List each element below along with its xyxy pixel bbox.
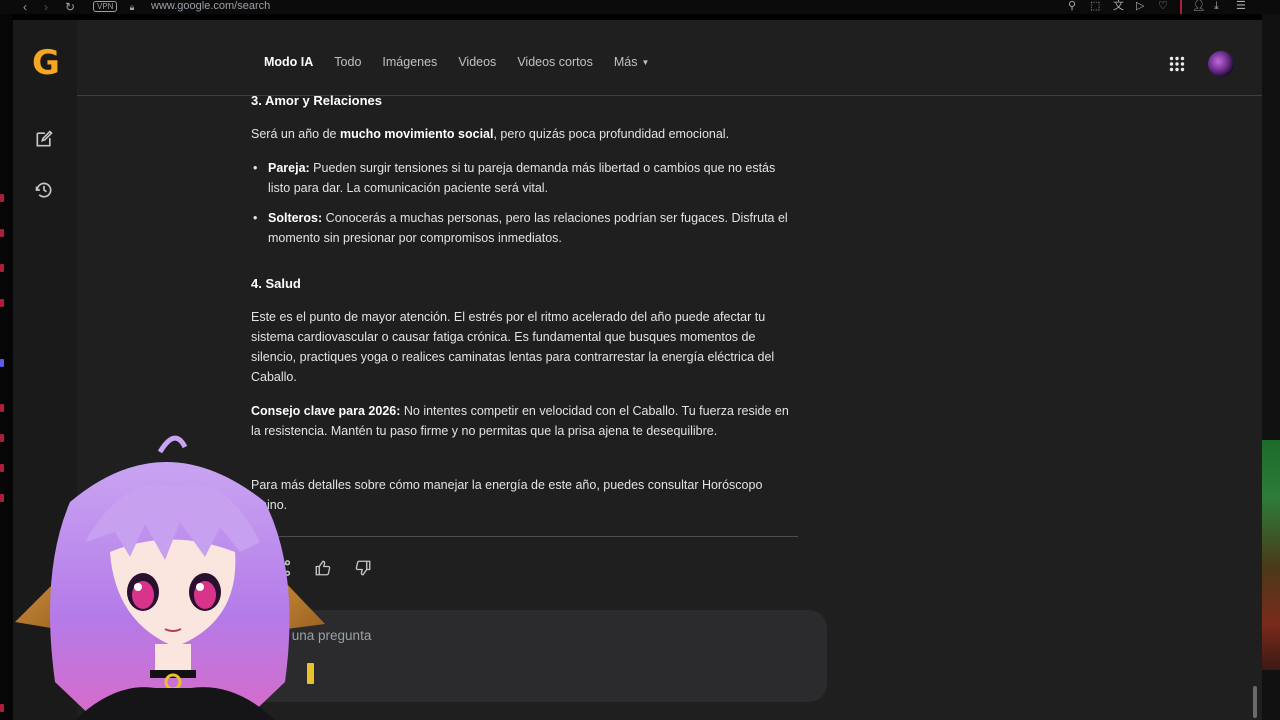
menu-icon[interactable]: ☰: [1236, 0, 1246, 14]
left-edge-strip: [0, 14, 13, 720]
profile-avatar[interactable]: [1208, 51, 1234, 77]
reload-icon[interactable]: ↻: [63, 0, 77, 14]
ask-box[interactable]: [245, 610, 827, 702]
tab-all[interactable]: Todo: [334, 55, 361, 69]
more-details: Para más detalles sobre cómo manejar la …: [251, 478, 763, 512]
separator: [1180, 0, 1182, 14]
lock-icon[interactable]: 🔒︎: [127, 0, 137, 14]
intro-text-bold: mucho movimiento social: [339, 127, 494, 141]
vpn-badge[interactable]: VPN: [93, 1, 118, 12]
list-item-label: Pareja:: [268, 161, 310, 175]
key-tip: Consejo clave para 2026: No intentes com…: [251, 401, 796, 441]
list-item-label: Solteros:: [268, 211, 323, 225]
intro-text-post: , pero quizás poca profundidad emocional…: [493, 127, 730, 141]
address-bar[interactable]: www.google.com/search: [151, 0, 270, 13]
back-icon[interactable]: ‹: [19, 0, 31, 14]
browser-toolbar: ‹ › ↻ VPN 🔒︎ www.google.com/search ⚲ ⬚ 文…: [0, 0, 1280, 14]
section-text-health: Este es el punto de mayor atención. El e…: [251, 310, 775, 384]
forward-icon[interactable]: ›: [40, 0, 52, 14]
history-icon[interactable]: [34, 180, 54, 200]
tab-ai-mode[interactable]: Modo IA: [264, 55, 313, 69]
section-intro-love: Será un año de mucho movimiento social, …: [251, 124, 796, 144]
translate-icon[interactable]: 文: [1113, 0, 1124, 14]
decoration-art: [1262, 440, 1280, 670]
search-tabs: Modo IA Todo Imágenes Videos Videos cort…: [264, 55, 670, 69]
list-item-text: Conocerás a muchas personas, pero las re…: [268, 211, 788, 245]
scrollbar[interactable]: [1253, 686, 1257, 718]
screenshot-icon[interactable]: ⬚: [1090, 0, 1100, 14]
caret-down-icon: ▼: [641, 58, 650, 68]
account-icon[interactable]: 👤︎: [1192, 0, 1206, 14]
list-item-text: Pueden surgir tensiones si tu pareja dem…: [268, 161, 776, 195]
header: Modo IA Todo Imágenes Videos Videos cort…: [77, 20, 1262, 96]
tab-videos[interactable]: Videos: [458, 55, 496, 69]
thumbs-down-icon[interactable]: [354, 559, 372, 577]
tab-more[interactable]: Más ▼: [614, 55, 650, 69]
section-title-love: 3. Amor y Relaciones: [251, 93, 383, 108]
tab-more-label: Más: [613, 55, 638, 69]
pin-icon[interactable]: ⚲: [1068, 0, 1076, 14]
divider: [251, 536, 798, 537]
tab-short-videos[interactable]: Videos cortos: [517, 55, 593, 69]
heart-icon[interactable]: ♡: [1158, 0, 1168, 14]
intro-text-pre: Será un año de: [251, 127, 340, 141]
vtuber-avatar: [15, 435, 325, 720]
section-title-health: 4. Salud: [251, 276, 301, 291]
play-icon[interactable]: ▷: [1136, 0, 1144, 14]
key-tip-label: Consejo clave para 2026:: [251, 404, 401, 418]
google-logo[interactable]: G: [30, 46, 62, 80]
apps-grid-icon[interactable]: [1169, 56, 1185, 72]
tab-images[interactable]: Imágenes: [382, 55, 437, 69]
new-chat-icon[interactable]: [34, 129, 54, 149]
list-item: Solteros: Conocerás a muchas personas, p…: [251, 208, 796, 248]
download-icon[interactable]: ⤓: [1214, 0, 1219, 14]
list-item: Pareja: Pueden surgir tensiones si tu pa…: [251, 158, 796, 198]
love-list: Pareja: Pueden surgir tensiones si tu pa…: [251, 158, 796, 248]
